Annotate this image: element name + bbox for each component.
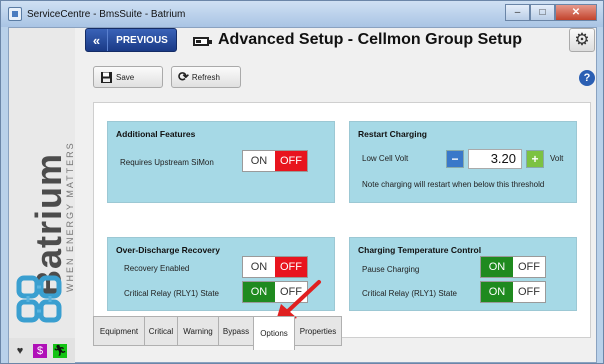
previous-label: PREVIOUS	[116, 34, 168, 46]
toggle-off-option[interactable]: OFF	[275, 282, 307, 302]
group-title: Over-Discharge Recovery	[116, 245, 220, 255]
toggle-off-option[interactable]: OFF	[275, 257, 307, 277]
close-button[interactable]: ✕	[555, 4, 597, 21]
dollar-icon[interactable]: $	[33, 343, 47, 358]
pause-charging-label: Pause Charging	[362, 265, 420, 274]
window-controls: – □ ✕	[505, 4, 597, 21]
toggle-on-option[interactable]: ON	[243, 151, 275, 171]
recovery-enabled-toggle[interactable]: ON OFF	[242, 256, 308, 278]
requires-upstream-simon-toggle[interactable]: ON OFF	[242, 150, 308, 172]
critical-relay-state-toggle[interactable]: ON OFF	[480, 281, 546, 303]
critical-relay-state-label: Critical Relay (RLY1) State	[124, 289, 219, 298]
heart-icon[interactable]: ♥	[13, 344, 27, 358]
tab-bar: Equipment Critical Warning Bypass Option…	[93, 316, 342, 350]
critical-relay-state-label: Critical Relay (RLY1) State	[362, 289, 457, 298]
page-title: Advanced Setup - Cellmon Group Setup	[218, 31, 523, 48]
options-panel: Additional Features Requires Upstream Si…	[93, 102, 591, 338]
app-window: ServiceCentre - BmsSuite - Batrium – □ ✕…	[0, 0, 604, 364]
sidebar: Batrium WHEN ENERGY MATTERS ♥ $ 🏃︎	[9, 28, 75, 363]
minimize-button[interactable]: –	[505, 4, 530, 21]
runner-icon[interactable]: 🏃︎	[53, 343, 67, 358]
group-title: Restart Charging	[358, 129, 427, 139]
group-title: Charging Temperature Control	[358, 245, 482, 255]
maximize-button[interactable]: □	[530, 4, 555, 21]
group-title: Additional Features	[116, 129, 196, 139]
tab-warning[interactable]: Warning	[177, 316, 219, 346]
toggle-on-option[interactable]: ON	[243, 282, 275, 302]
toggle-off-option[interactable]: OFF	[275, 151, 307, 171]
gear-icon: ⚙	[574, 30, 590, 49]
toggle-off-option[interactable]: OFF	[513, 257, 545, 277]
brand-logo: Batrium WHEN ENERGY MATTERS	[28, 106, 75, 296]
brand-tagline: WHEN ENERGY MATTERS	[65, 141, 75, 292]
tab-bypass[interactable]: Bypass	[218, 316, 254, 346]
increment-button[interactable]: +	[526, 150, 544, 168]
low-cell-volt-stepper: − 3.20 +	[446, 149, 544, 169]
refresh-icon: ⟳	[178, 69, 189, 84]
previous-button[interactable]: « PREVIOUS	[85, 28, 177, 52]
over-discharge-recovery-group: Over-Discharge Recovery Recovery Enabled…	[107, 237, 335, 311]
settings-button[interactable]: ⚙	[569, 28, 595, 52]
window-title: ServiceCentre - BmsSuite - Batrium	[27, 9, 186, 20]
double-chevron-left-icon: «	[86, 29, 108, 51]
tab-equipment[interactable]: Equipment	[93, 316, 145, 346]
tab-critical[interactable]: Critical	[144, 316, 178, 346]
refresh-button[interactable]: ⟳ Refresh	[171, 66, 241, 88]
low-cell-volt-input[interactable]: 3.20	[468, 149, 522, 169]
toggle-off-option[interactable]: OFF	[513, 282, 545, 302]
tab-properties[interactable]: Properties	[294, 316, 342, 346]
volt-unit: Volt	[550, 154, 564, 163]
decrement-button[interactable]: −	[446, 150, 464, 168]
additional-features-group: Additional Features Requires Upstream Si…	[107, 121, 335, 203]
toggle-on-option[interactable]: ON	[481, 282, 513, 302]
requires-upstream-simon-label: Requires Upstream SiMon	[120, 158, 214, 167]
save-label: Save	[116, 72, 135, 82]
recovery-enabled-label: Recovery Enabled	[124, 264, 190, 273]
batrium-logo-mark-icon	[16, 275, 62, 323]
pause-charging-toggle[interactable]: ON OFF	[480, 256, 546, 278]
save-button[interactable]: Save	[93, 66, 163, 88]
critical-relay-state-toggle[interactable]: ON OFF	[242, 281, 308, 303]
toggle-on-option[interactable]: ON	[243, 257, 275, 277]
tab-options[interactable]: Options	[253, 316, 295, 350]
page-header: « PREVIOUS Advanced Setup - Cellmon Grou…	[75, 28, 597, 60]
restart-charging-group: Restart Charging Low Cell Volt − 3.20 + …	[349, 121, 577, 203]
charging-temperature-control-group: Charging Temperature Control Pause Charg…	[349, 237, 577, 311]
floppy-disk-icon	[101, 71, 112, 83]
sidebar-status-icons: ♥ $ 🏃︎	[9, 338, 75, 363]
low-cell-volt-label: Low Cell Volt	[362, 154, 409, 163]
title-bar: ServiceCentre - BmsSuite - Batrium – □ ✕	[1, 1, 603, 27]
help-icon[interactable]: ?	[579, 70, 595, 86]
battery-icon	[193, 37, 212, 46]
app-icon	[8, 7, 22, 21]
client-area: Batrium WHEN ENERGY MATTERS ♥ $ 🏃︎ « PRE…	[8, 27, 597, 363]
refresh-label: Refresh	[191, 72, 220, 82]
restart-charging-note: Note charging will restart when below th…	[362, 180, 545, 189]
toggle-on-option[interactable]: ON	[481, 257, 513, 277]
